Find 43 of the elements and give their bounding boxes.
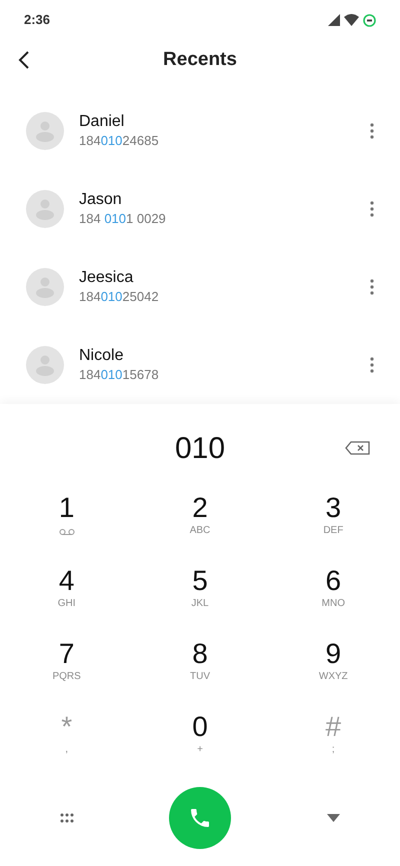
- avatar-icon: [26, 346, 64, 384]
- dial-key[interactable]: 6 MNO: [266, 565, 400, 638]
- battery-icon: [363, 14, 376, 26]
- dial-key[interactable]: 3 DEF: [266, 492, 400, 565]
- more-icon: [370, 201, 374, 217]
- dial-key[interactable]: 0 +: [133, 711, 267, 784]
- dial-key[interactable]: * ,: [0, 711, 134, 784]
- contact-name: Jason: [79, 190, 123, 210]
- dial-key[interactable]: 8 TUV: [133, 638, 267, 711]
- contact-name: Jeesica: [79, 268, 134, 288]
- dial-key[interactable]: 9 WXYZ: [266, 638, 400, 711]
- contact-name: Nicole: [79, 346, 124, 366]
- contact-name: Daniel: [79, 112, 126, 132]
- recent-call-row[interactable]: Nicole 18401015678: [0, 326, 400, 404]
- phone-number: 18401024685: [79, 132, 160, 150]
- keypad-icon: [60, 813, 74, 823]
- phone-number: 18401025042: [79, 288, 160, 306]
- avatar-icon: [26, 112, 64, 150]
- recent-call-row[interactable]: Jeesica 18401025042: [0, 248, 400, 326]
- avatar-icon: [26, 190, 64, 228]
- signal-icon: [328, 14, 340, 26]
- more-icon: [370, 123, 374, 139]
- dialed-number: 010: [174, 430, 226, 466]
- down-triangle-icon: [326, 814, 340, 822]
- more-icon: [370, 279, 374, 295]
- dial-key[interactable]: 5 JKL: [133, 565, 267, 638]
- phone-number: 18401015678: [79, 366, 160, 384]
- phone-number: 184 0101 0029: [79, 210, 167, 228]
- dial-key[interactable]: 1: [0, 492, 134, 565]
- dial-key[interactable]: 2 ABC: [133, 492, 267, 565]
- dial-key[interactable]: 4 GHI: [0, 565, 134, 638]
- dial-key[interactable]: 7 PQRS: [0, 638, 134, 711]
- status-time: 2:36: [24, 11, 50, 30]
- wifi-icon: [344, 14, 359, 26]
- backspace-button[interactable]: [344, 439, 370, 457]
- page-title: Recents: [163, 48, 237, 72]
- recent-call-row[interactable]: Daniel 18401024685: [0, 92, 400, 170]
- voicemail-icon: [58, 528, 75, 536]
- back-icon: [18, 51, 28, 69]
- recent-call-row[interactable]: Jason 184 0101 0029: [0, 170, 400, 248]
- backspace-icon: [344, 441, 370, 455]
- more-icon: [370, 357, 374, 373]
- avatar-icon: [26, 268, 64, 306]
